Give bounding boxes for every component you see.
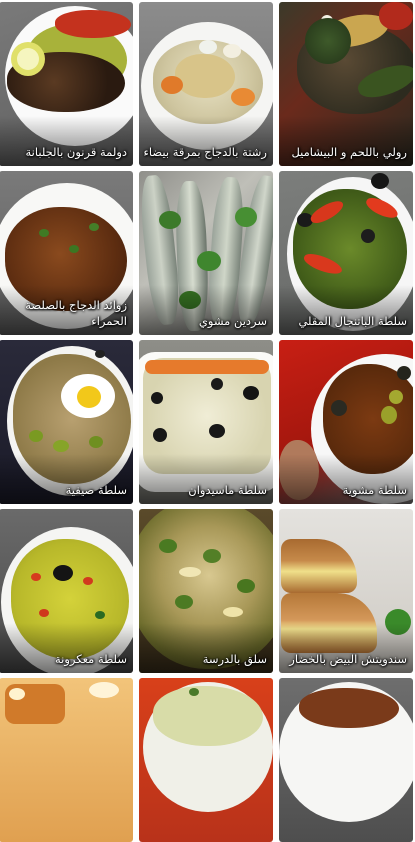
recipe-photo [0, 340, 133, 504]
recipe-title: سردين مشوي [198, 314, 267, 328]
recipe-title: سلطة مشوية [342, 483, 407, 497]
recipe-title: سندويتش البيض بالخضار [289, 652, 407, 666]
recipe-title: سلطة ماسيدوان [188, 483, 267, 497]
recipe-card[interactable]: سلطة صيفية [0, 340, 133, 504]
recipe-card[interactable] [279, 678, 413, 842]
recipe-card[interactable]: سندويتش البيض بالخضار [279, 509, 413, 673]
recipe-title: سلطة الباتنجال المقلي [298, 314, 407, 328]
recipe-title: سلطة معكرونة [54, 652, 127, 666]
recipe-card[interactable]: سلطة الباتنجال المقلي [279, 171, 413, 335]
recipe-title: دولمة قرنون بالجلبانة [25, 145, 127, 159]
recipe-card[interactable] [0, 678, 133, 842]
recipe-card[interactable]: سردين مشوي [139, 171, 273, 335]
recipe-photo [279, 2, 413, 166]
recipe-title: رشتة بالدجاج بمرقة بيضاء [143, 145, 268, 159]
recipe-photo [0, 509, 133, 673]
recipe-card[interactable]: سلطة مشوية [279, 340, 413, 504]
recipe-photo [139, 509, 273, 673]
recipe-card[interactable]: سلطة ماسيدوان [139, 340, 273, 504]
recipe-title: سلق بالدرسة [202, 652, 267, 666]
recipe-card[interactable]: رولي باللحم و البيشاميل [279, 2, 413, 166]
recipe-title: رولي باللحم و البيشاميل [291, 145, 407, 159]
recipe-card[interactable]: دولمة قرنون بالجلبانة [0, 2, 133, 166]
recipe-card[interactable]: زوائد الدجاج بالصلصة الحمراء [0, 171, 133, 335]
recipe-photo [279, 509, 413, 673]
recipe-photo [139, 171, 273, 335]
recipe-photo [139, 2, 273, 166]
recipe-card[interactable]: رشتة بالدجاج بمرقة بيضاء [139, 2, 273, 166]
recipe-photo [0, 2, 133, 166]
recipe-card[interactable]: سلق بالدرسة [139, 509, 273, 673]
recipe-card[interactable] [139, 678, 273, 842]
recipe-title: سلطة صيفية [65, 483, 127, 497]
recipe-card[interactable]: سلطة معكرونة [0, 509, 133, 673]
recipe-photo [279, 340, 413, 504]
recipe-grid: رولي باللحم و البيشاميل رشتة بالدجاج بمر… [0, 0, 415, 842]
recipe-photo [139, 678, 273, 842]
recipe-photo [279, 678, 413, 842]
recipe-photo [139, 340, 273, 504]
recipe-title: زوائد الدجاج بالصلصة الحمراء [25, 298, 127, 328]
recipe-photo [279, 171, 413, 335]
recipe-photo [0, 678, 133, 842]
